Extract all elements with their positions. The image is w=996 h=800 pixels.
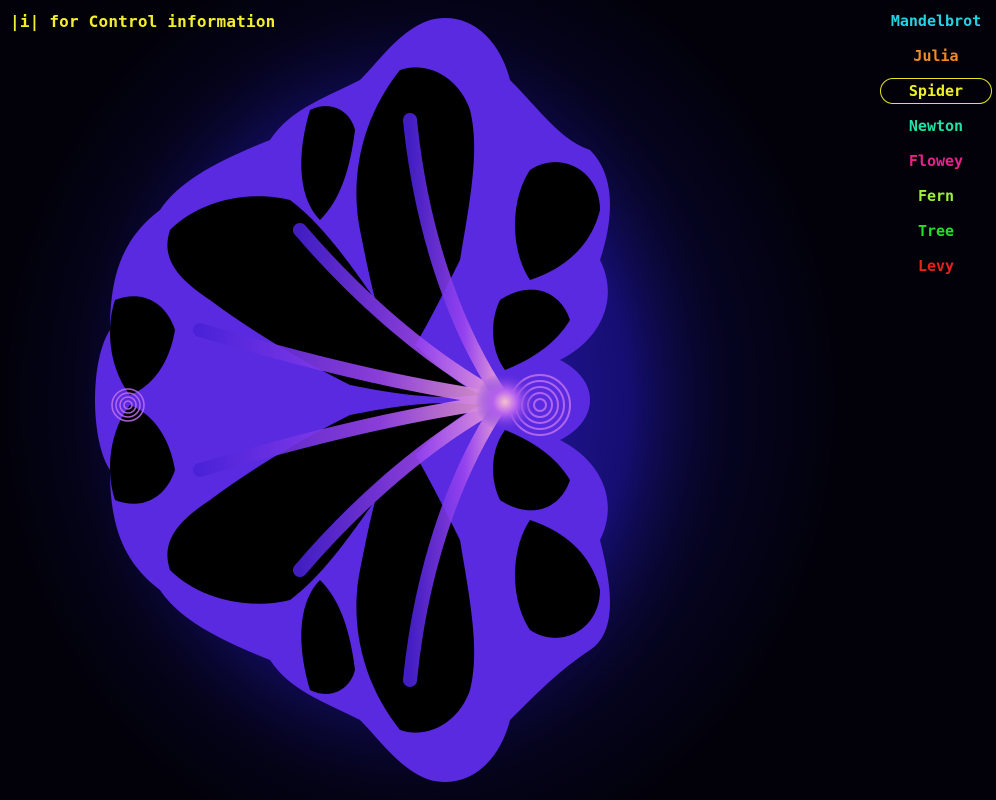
core-glow — [475, 372, 535, 432]
fractal-menu: Mandelbrot Julia Spider Newton Flowey Fern Tre… — [876, 10, 996, 290]
menu-item-spider[interactable]: Spider — [876, 78, 996, 115]
menu-item-fern[interactable]: Fern — [876, 185, 996, 220]
control-info-hint: |i| for Control information — [10, 12, 276, 31]
spider-fractal-canvas[interactable] — [0, 0, 996, 800]
menu-item-levy[interactable]: Levy — [876, 255, 996, 290]
menu-item-tree[interactable]: Tree — [876, 220, 996, 255]
menu-item-label: Levy — [917, 257, 955, 275]
menu-item-label: Fern — [917, 187, 955, 205]
menu-item-label: Newton — [908, 117, 964, 135]
menu-item-label: Spider — [879, 78, 993, 104]
menu-item-label: Mandelbrot — [890, 12, 982, 30]
menu-item-flowey[interactable]: Flowey — [876, 150, 996, 185]
fractal-viewport[interactable]: |i| for Control information Mandelbrot Ju… — [0, 0, 996, 800]
menu-item-newton[interactable]: Newton — [876, 115, 996, 150]
menu-item-label: Flowey — [908, 152, 964, 170]
menu-item-mandelbrot[interactable]: Mandelbrot — [876, 10, 996, 45]
menu-item-julia[interactable]: Julia — [876, 45, 996, 80]
menu-item-label: Julia — [913, 47, 959, 65]
menu-item-label: Tree — [917, 222, 955, 240]
